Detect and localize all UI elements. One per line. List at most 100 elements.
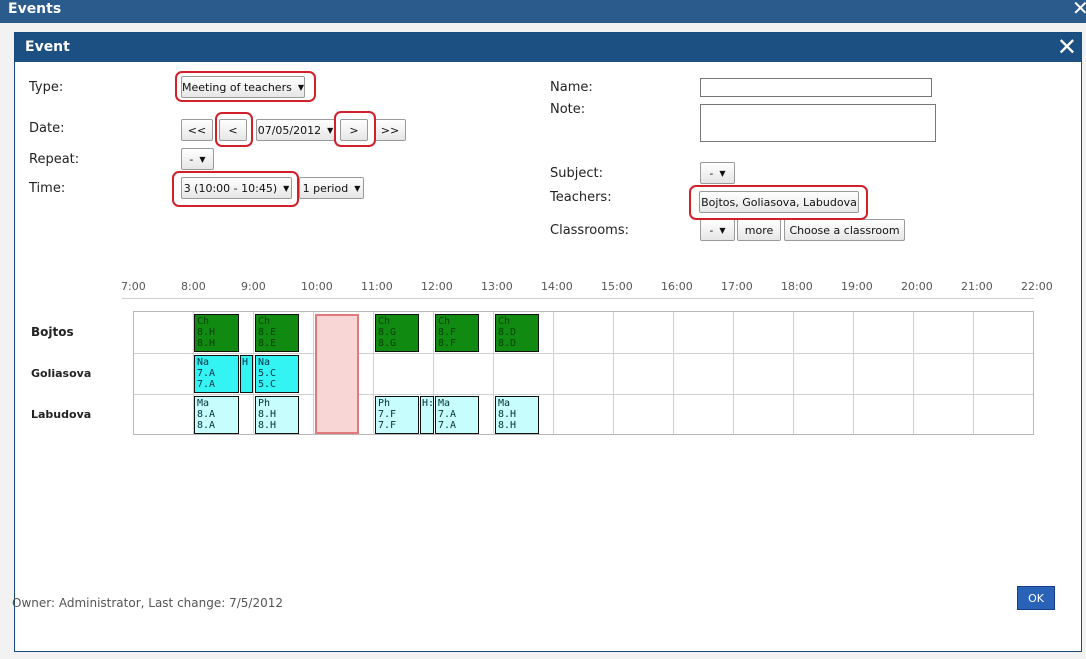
grid-column-line xyxy=(973,312,974,434)
hour-label: 13:00 xyxy=(481,280,513,293)
time-label: Time: xyxy=(29,181,66,196)
grid-row-line xyxy=(134,394,1033,395)
lesson-subject: Ma xyxy=(438,398,451,409)
teachers-select[interactable]: Bojtos, Goliasova, Labudova xyxy=(699,191,859,213)
lesson-subject: Ch xyxy=(438,316,451,327)
lesson-group: 5.C xyxy=(258,368,277,379)
lesson-class: 8.H xyxy=(197,338,216,349)
lesson-block[interactable]: Ph 7.F 7.F xyxy=(375,396,419,434)
lesson-block[interactable]: Na 7.A 7.A xyxy=(194,355,239,393)
lesson-group: 8.D xyxy=(498,327,517,338)
hour-label: 9:00 xyxy=(241,280,266,293)
new-event-block[interactable] xyxy=(315,314,359,434)
lesson-subject: Na xyxy=(197,357,210,368)
lesson-class: 8.H xyxy=(498,420,517,431)
lesson-group: 8.A xyxy=(197,409,216,420)
time-value: 3 (10:00 - 10:45) xyxy=(183,181,278,195)
date-value: 07/05/2012 xyxy=(257,123,322,137)
chevron-down-icon: ▼ xyxy=(719,225,726,235)
date-last-button[interactable]: >> xyxy=(374,119,406,141)
lesson-class: 5.C xyxy=(258,379,277,390)
lesson-class: 7.A xyxy=(438,420,457,431)
name-label: Name: xyxy=(550,80,593,95)
hour-label: 11:00 xyxy=(361,280,393,293)
lesson-subject: H: xyxy=(422,398,434,409)
hour-label: 8:00 xyxy=(181,280,206,293)
grid-column-line xyxy=(313,312,314,434)
grid-column-line xyxy=(493,312,494,434)
lesson-block[interactable]: Ch 8.E 8.E xyxy=(255,314,299,352)
lesson-block[interactable]: Ph 8.H 8.H xyxy=(255,396,299,434)
hour-label: 7:00 xyxy=(121,280,146,293)
lesson-group: 8.F xyxy=(438,327,457,338)
chevron-down-icon: ▼ xyxy=(327,125,334,135)
teachers-label: Teachers: xyxy=(550,190,612,205)
lesson-class: 8.H xyxy=(258,420,277,431)
ok-button[interactable]: OK xyxy=(1017,586,1055,610)
lesson-group: 7.F xyxy=(378,409,397,420)
lesson-class: 8.A xyxy=(197,420,216,431)
lesson-block[interactable]: Ch 8.D 8.D xyxy=(495,314,539,352)
close-icon[interactable]: ✕ xyxy=(1072,0,1086,20)
events-window-title: Events xyxy=(8,1,62,17)
close-dialog-icon[interactable]: ✕ xyxy=(1057,33,1077,61)
time-select[interactable]: 3 (10:00 - 10:45) ▼ xyxy=(181,177,292,199)
type-label: Type: xyxy=(29,80,64,95)
grid-row-line xyxy=(134,353,1033,354)
lesson-block[interactable]: Ch 8.G 8.G xyxy=(375,314,419,352)
repeat-select[interactable]: - ▼ xyxy=(181,148,214,170)
date-prev-button[interactable]: < xyxy=(219,119,247,141)
teacher-name: Labudova xyxy=(31,408,92,421)
lesson-block[interactable]: Ch 8.H 8.H xyxy=(194,314,239,352)
choose-classroom-button[interactable]: Choose a classroom xyxy=(784,219,905,241)
dialog-header: Event ✕ xyxy=(15,33,1081,62)
note-textarea[interactable] xyxy=(700,104,936,142)
lesson-group: 8.H xyxy=(498,409,517,420)
hour-label: 22:00 xyxy=(1021,280,1053,293)
hour-label: 17:00 xyxy=(721,280,753,293)
teacher-name: Goliasova xyxy=(31,367,92,380)
subject-label: Subject: xyxy=(550,166,603,181)
hour-label: 21:00 xyxy=(961,280,993,293)
lesson-block[interactable]: Ma 7.A 7.A xyxy=(435,396,479,434)
axis-line xyxy=(122,298,1034,299)
events-window-header: Events ✕ xyxy=(0,0,1086,23)
chevron-down-icon: ▼ xyxy=(354,183,361,193)
grid-column-line xyxy=(553,312,554,434)
lesson-subject: Ch xyxy=(498,316,511,327)
grid-column-line xyxy=(673,312,674,434)
lesson-block[interactable]: Na 5.C 5.C xyxy=(255,355,299,393)
lesson-subject: Ma xyxy=(498,398,511,409)
lesson-class: 8.D xyxy=(498,338,517,349)
hour-label: 20:00 xyxy=(901,280,933,293)
hour-label: 16:00 xyxy=(661,280,693,293)
date-next-button[interactable]: > xyxy=(340,119,368,141)
lesson-block[interactable]: Ma 8.H 8.H xyxy=(495,396,539,434)
lesson-group: 8.H xyxy=(258,409,277,420)
timetable-title: Timetable xyxy=(27,265,102,283)
hour-label: 12:00 xyxy=(421,280,453,293)
lesson-block[interactable]: H: xyxy=(420,396,434,434)
repeat-label: Repeat: xyxy=(29,152,80,167)
more-button[interactable]: more xyxy=(737,219,781,241)
subject-select[interactable]: - ▼ xyxy=(700,162,735,184)
note-label: Note: xyxy=(550,102,586,117)
lesson-class: 7.F xyxy=(378,420,397,431)
lesson-block[interactable]: Ma 8.A 8.A xyxy=(194,396,239,434)
lesson-class: 7.A xyxy=(197,379,216,390)
name-input[interactable] xyxy=(700,78,932,97)
date-first-button[interactable]: << xyxy=(181,119,213,141)
duration-select[interactable]: 1 period ▼ xyxy=(299,177,364,199)
date-select[interactable]: 07/05/2012 ▼ xyxy=(256,119,335,141)
grid-column-line xyxy=(253,312,254,434)
lesson-class: 8.E xyxy=(258,338,277,349)
classrooms-label: Classrooms: xyxy=(550,223,629,238)
chevron-down-icon: ▼ xyxy=(719,168,726,178)
classrooms-select[interactable]: - ▼ xyxy=(700,219,735,241)
grid-column-line xyxy=(613,312,614,434)
lesson-block[interactable]: H xyxy=(240,355,253,393)
date-label: Date: xyxy=(29,121,65,136)
lesson-subject: H xyxy=(242,357,249,368)
lesson-block[interactable]: Ch 8.F 8.F xyxy=(435,314,479,352)
type-select[interactable]: Meeting of teachers ▼ xyxy=(181,76,305,98)
